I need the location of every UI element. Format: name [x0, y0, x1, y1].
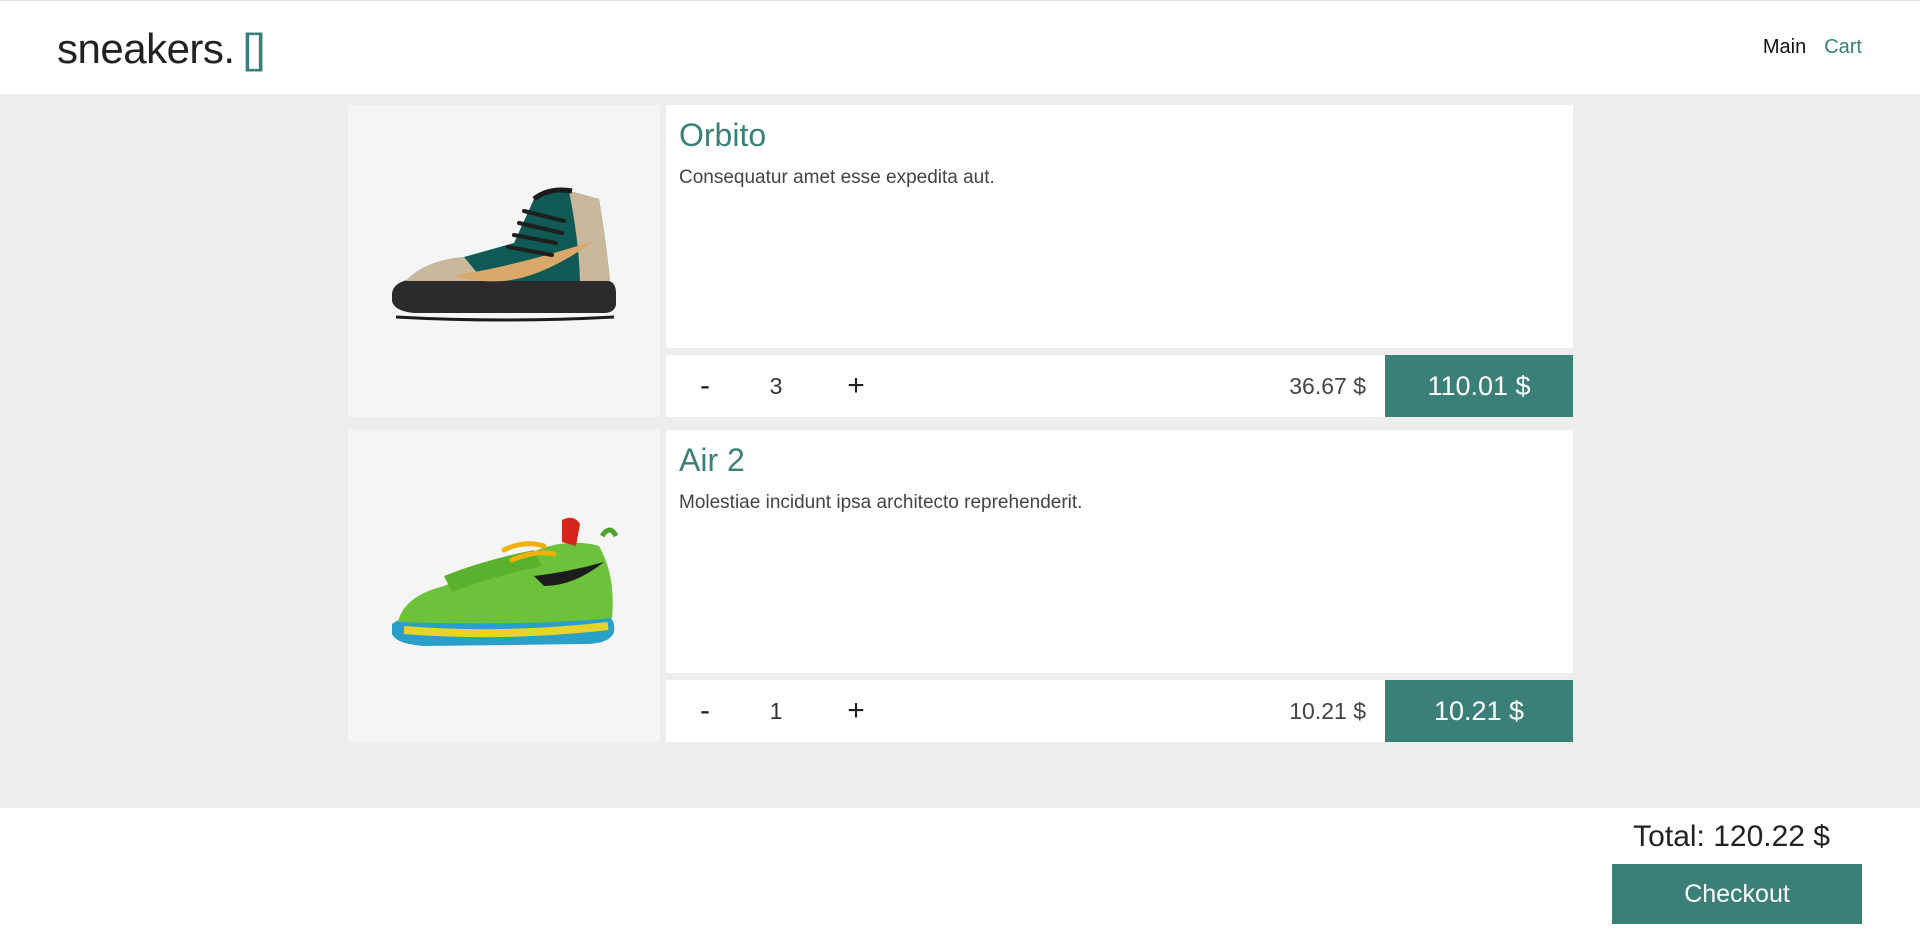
cart-item: Orbito Consequatur amet esse expedita au… — [348, 105, 1573, 417]
increase-quantity-button[interactable]: + — [836, 365, 876, 407]
site-logo[interactable]: sneakers.[] — [57, 25, 265, 73]
nav-link-main[interactable]: Main — [1763, 36, 1806, 59]
quantity-value: 3 — [769, 373, 783, 399]
logo-text: sneakers. — [57, 25, 235, 72]
product-name[interactable]: Orbito — [679, 115, 1560, 155]
cart-footer: Total: 120.22 $ Checkout — [0, 808, 1920, 932]
line-total: 10.21 $ — [1385, 680, 1573, 742]
increase-quantity-button[interactable]: + — [836, 690, 876, 732]
unit-price: 10.21 $ — [1289, 698, 1366, 724]
low-top-sneaker-icon — [392, 517, 619, 646]
product-description: Consequatur amet esse expedita aut. — [679, 167, 995, 188]
site-header: sneakers.[] Main Cart — [0, 1, 1920, 94]
product-name[interactable]: Air 2 — [679, 440, 1560, 480]
item-controls: - 3 + 36.67 $ 110.01 $ — [666, 355, 1573, 417]
product-description: Molestiae incidunt ipsa architecto repre… — [679, 492, 1083, 513]
line-total: 110.01 $ — [1385, 355, 1573, 417]
main-nav: Main Cart — [1763, 36, 1862, 59]
product-info: Air 2 Molestiae incidunt ipsa architecto… — [666, 430, 1573, 673]
quantity-value: 1 — [769, 698, 783, 724]
cart-list: Orbito Consequatur amet esse expedita au… — [0, 94, 1920, 808]
checkout-button[interactable]: Checkout — [1612, 864, 1862, 924]
product-info: Orbito Consequatur amet esse expedita au… — [666, 105, 1573, 348]
decrease-quantity-button[interactable]: - — [685, 690, 725, 732]
unit-price: 36.67 $ — [1289, 373, 1366, 399]
product-image — [348, 430, 660, 742]
nav-link-cart[interactable]: Cart — [1824, 36, 1862, 59]
decrease-quantity-button[interactable]: - — [685, 365, 725, 407]
item-controls: - 1 + 10.21 $ 10.21 $ — [666, 680, 1573, 742]
cart-item: Air 2 Molestiae incidunt ipsa architecto… — [348, 430, 1573, 742]
high-top-sneaker-icon — [392, 187, 616, 322]
cart-total: Total: 120.22 $ — [1633, 820, 1830, 853]
product-image — [348, 105, 660, 417]
logo-brackets: [] — [242, 25, 266, 72]
